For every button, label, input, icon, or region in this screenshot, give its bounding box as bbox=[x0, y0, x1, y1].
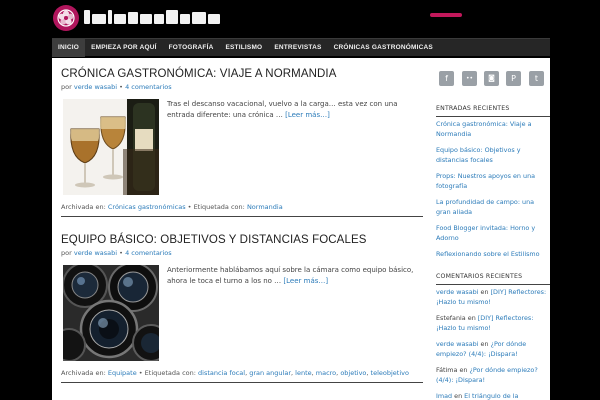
post-comments-link[interactable]: 4 comentarios bbox=[125, 249, 172, 257]
post-article: Crónica gastronómica: Viaje a Normandia … bbox=[61, 68, 423, 217]
post-meta: por verde wasabi • 4 comentarios bbox=[61, 249, 423, 257]
tag-link[interactable]: macro bbox=[316, 369, 336, 377]
nav-item-estilismo[interactable]: ESTILISMO bbox=[219, 39, 268, 57]
tag-link[interactable]: gran angular bbox=[249, 369, 291, 377]
category-link[interactable]: Crónicas gastronómicas bbox=[108, 203, 186, 211]
post-title[interactable]: Crónica gastronómica: Viaje a Normandia bbox=[61, 68, 423, 80]
nav-item-entrevistas[interactable]: ENTREVISTAS bbox=[268, 39, 327, 57]
filed-under-label: Archivada en: bbox=[61, 369, 106, 377]
post-thumbnail-camera-lenses[interactable] bbox=[63, 265, 159, 361]
post-excerpt: Anteriormente hablábamos aquí sobre la c… bbox=[167, 265, 423, 287]
comment-author: Fátima bbox=[436, 366, 458, 374]
recent-post-link[interactable]: Crónica gastronómica: Viaje a Normandia bbox=[436, 116, 550, 142]
post-excerpt-text: Tras el descanso vacacional, vuelvo a la… bbox=[167, 100, 398, 119]
nav-item-fotografia[interactable]: FOTOGRAFÍA bbox=[163, 39, 220, 57]
comment-on-label: en bbox=[459, 366, 468, 374]
recent-comments-list: verde wasabi en [DIY] Reflectores: ¡Hazl… bbox=[436, 284, 550, 400]
tag-link[interactable]: objetivo bbox=[340, 369, 366, 377]
post-author-link[interactable]: verde wasabi bbox=[74, 83, 117, 91]
recent-post-link[interactable]: Props: Nuestros apoyos en una fotografía bbox=[436, 168, 550, 194]
post-meta: por verde wasabi • 4 comentarios bbox=[61, 83, 423, 91]
recent-comment: Fátima en ¿Por dónde empiezo? (4/4): ¡Di… bbox=[436, 362, 550, 388]
recent-posts-list: Crónica gastronómica: Viaje a Normandia … bbox=[436, 116, 550, 262]
recent-comment: Estefania en [DIY] Reflectores: ¡Hazlo t… bbox=[436, 310, 550, 336]
recent-comment: verde wasabi en ¿Por dónde empiezo? (4/4… bbox=[436, 336, 550, 362]
recent-post-link[interactable]: Food Blogger invitada: Horno y Adorno bbox=[436, 220, 550, 246]
site-logo-icon[interactable] bbox=[53, 5, 79, 31]
post-comments-link[interactable]: 4 comentarios bbox=[125, 83, 172, 91]
nav-item-empieza[interactable]: EMPIEZA POR AQUÍ bbox=[85, 39, 163, 57]
recent-post-link[interactable]: Equipo básico: Objetivos y distancias fo… bbox=[436, 142, 550, 168]
main-nav: INICIO EMPIEZA POR AQUÍ FOTOGRAFÍA ESTIL… bbox=[52, 38, 550, 57]
post-footer: Archivada en: Equipate • Etiquetada con:… bbox=[61, 369, 423, 383]
post-title[interactable]: Equipo básico: objetivos y distancias fo… bbox=[61, 234, 423, 246]
tag-link[interactable]: Normandia bbox=[247, 203, 283, 211]
comment-on-label: en bbox=[480, 340, 489, 348]
nav-item-cronicas[interactable]: CRÓNICAS GASTRONÓMICAS bbox=[328, 39, 439, 57]
content-area: Crónica gastronómica: Viaje a Normandia … bbox=[52, 58, 550, 400]
facebook-icon[interactable]: f bbox=[439, 71, 454, 86]
tagged-with-label: • Etiquetada con: bbox=[138, 369, 196, 377]
tag-link[interactable]: lente bbox=[295, 369, 311, 377]
comment-on-label: en bbox=[480, 288, 489, 296]
post-body: Anteriormente hablábamos aquí sobre la c… bbox=[61, 265, 423, 361]
post-footer: Archivada en: Crónicas gastronómicas • E… bbox=[61, 203, 423, 217]
site-logo-wordmark[interactable] bbox=[84, 10, 226, 24]
twitter-icon[interactable]: t bbox=[529, 71, 544, 86]
comment-author-link[interactable]: Imad bbox=[436, 392, 452, 400]
post-meta-by: por bbox=[61, 83, 72, 91]
site-header bbox=[0, 0, 600, 38]
post-excerpt: Tras el descanso vacacional, vuelvo a la… bbox=[167, 99, 423, 121]
recent-post-link[interactable]: Reflexionando sobre el Estilismo bbox=[436, 246, 550, 262]
post-body: Tras el descanso vacacional, vuelvo a la… bbox=[61, 99, 423, 195]
comment-on-label: en bbox=[467, 314, 476, 322]
tag-link[interactable]: teleobjetivo bbox=[371, 369, 409, 377]
comment-author-link[interactable]: verde wasabi bbox=[436, 340, 478, 348]
category-link[interactable]: Equipate bbox=[108, 369, 137, 377]
recent-comment: Imad en El triángulo de la exposición (I… bbox=[436, 388, 550, 400]
read-more-link[interactable]: [Leer más…] bbox=[283, 277, 328, 285]
recent-comment: verde wasabi en [DIY] Reflectores: ¡Hazl… bbox=[436, 284, 550, 310]
post-thumbnail-cider-glasses[interactable] bbox=[63, 99, 159, 195]
post-author-link[interactable]: verde wasabi bbox=[74, 249, 117, 257]
post-meta-by: por bbox=[61, 249, 72, 257]
tag-link[interactable]: distancia focal bbox=[198, 369, 245, 377]
post-meta-separator: • bbox=[119, 249, 123, 257]
post-article: Equipo básico: objetivos y distancias fo… bbox=[61, 234, 423, 383]
header-accent-bar bbox=[430, 13, 462, 17]
post-meta-separator: • bbox=[119, 83, 123, 91]
social-icons: f •• ◙ P t bbox=[436, 69, 550, 89]
flickr-icon[interactable]: •• bbox=[462, 71, 477, 86]
pinterest-icon[interactable]: P bbox=[506, 71, 521, 86]
comment-on-label: en bbox=[454, 392, 463, 400]
read-more-link[interactable]: [Leer más…] bbox=[285, 111, 330, 119]
instagram-icon[interactable]: ◙ bbox=[484, 71, 499, 86]
comment-author-link[interactable]: verde wasabi bbox=[436, 288, 478, 296]
nav-item-inicio[interactable]: INICIO bbox=[52, 38, 86, 57]
comment-author: Estefania bbox=[436, 314, 466, 322]
recent-post-link[interactable]: La profundidad de campo: una gran aliada bbox=[436, 194, 550, 220]
filed-under-label: Archivada en: bbox=[61, 203, 106, 211]
tagged-with-label: • Etiquetada con: bbox=[187, 203, 245, 211]
